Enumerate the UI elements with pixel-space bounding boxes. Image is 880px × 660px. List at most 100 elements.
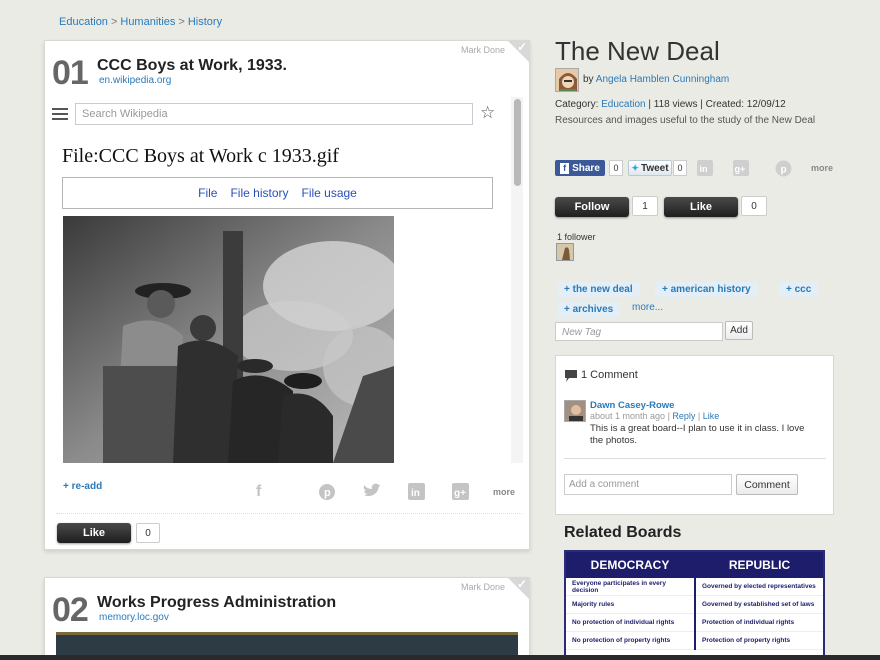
add-comment-input[interactable]: Add a comment	[564, 474, 732, 495]
tweet-label: Tweet	[640, 162, 669, 174]
svg-text:g+: g+	[735, 164, 746, 174]
related-left-head: DEMOCRACY	[566, 552, 694, 578]
svg-text:g+: g+	[454, 488, 466, 499]
item-number: 02	[52, 591, 89, 629]
tags-more-link[interactable]: more...	[632, 302, 663, 313]
svg-text:p: p	[781, 165, 787, 176]
divider	[56, 513, 522, 514]
google-plus-icon[interactable]: g+	[452, 483, 469, 505]
new-tag-input[interactable]: New Tag	[555, 322, 723, 341]
board-description: Resources and images useful to the study…	[555, 115, 816, 126]
follow-count: 1	[632, 196, 658, 216]
board-title: The New Deal	[555, 36, 720, 66]
scrollbar-thumb[interactable]	[514, 99, 521, 186]
item-number: 01	[52, 54, 89, 92]
checkmark-icon: ✓	[517, 577, 528, 591]
add-tag-button[interactable]: Add	[725, 321, 753, 340]
twitter-icon: ✦	[631, 162, 639, 173]
tab-file-history[interactable]: File history	[230, 186, 288, 200]
comments-header: 1 Comment	[581, 369, 638, 381]
mark-done-button[interactable]: Mark Done	[461, 582, 505, 592]
checkmark-icon: ✓	[517, 40, 528, 54]
board-meta: Category: Education | 118 views | Create…	[555, 99, 786, 110]
like-count: 0	[136, 523, 160, 543]
related-left-row: Everyone participates in every decision	[566, 578, 694, 596]
breadcrumb-history[interactable]: History	[188, 16, 222, 28]
svg-text:p: p	[324, 487, 331, 499]
tweet-button[interactable]: ✦ Tweet	[628, 160, 672, 176]
star-icon[interactable]: ☆	[480, 103, 495, 123]
related-left-row: No protection of individual rights	[566, 614, 694, 632]
category-link[interactable]: Education	[601, 99, 645, 110]
byline: by Angela Hamblen Cunningham	[583, 74, 729, 85]
speech-bubble-icon	[564, 369, 578, 388]
wiki-page-heading: File:CCC Boys at Work c 1933.gif	[62, 145, 339, 167]
follower-avatar[interactable]	[556, 243, 574, 261]
views-created: | 118 views | Created: 12/09/12	[648, 99, 786, 110]
author-avatar[interactable]	[555, 68, 579, 92]
hamburger-menu-icon[interactable]	[52, 108, 68, 120]
more-share-link[interactable]: more	[493, 487, 515, 497]
twitter-icon[interactable]	[362, 483, 382, 504]
like-button[interactable]: Like	[57, 523, 131, 543]
followers-count: 1 follower	[557, 232, 596, 242]
related-right-head: REPUBLIC	[696, 552, 823, 578]
item-source-link[interactable]: en.wikipedia.org	[99, 75, 171, 86]
pinterest-icon[interactable]: p	[775, 160, 792, 182]
item-title[interactable]: CCC Boys at Work, 1933.	[97, 57, 287, 75]
related-right-row: Protection of individual rights	[696, 614, 823, 632]
commenter-avatar[interactable]	[564, 400, 586, 422]
related-right-row: Governed by elected representatives	[696, 578, 823, 596]
item-source-link[interactable]: memory.loc.gov	[99, 612, 169, 623]
svg-text:in: in	[411, 488, 420, 499]
comment-meta: about 1 month ago | Reply | Like	[590, 411, 720, 421]
tag-ccc[interactable]: + ccc	[779, 282, 819, 297]
tweet-count: 0	[673, 160, 687, 176]
related-board-thumbnail[interactable]: DEMOCRACY Everyone participates in every…	[564, 550, 825, 660]
readd-button[interactable]: + re-add	[63, 481, 102, 492]
ccc-photo	[63, 216, 394, 463]
related-boards-heading: Related Boards	[564, 524, 682, 541]
related-right-row: Protection of property rights	[696, 632, 823, 650]
item-title[interactable]: Works Progress Administration	[97, 594, 336, 612]
related-left-row: Majority rules	[566, 596, 694, 614]
like-board-button[interactable]: Like	[664, 197, 738, 217]
breadcrumb-separator: >	[110, 16, 118, 28]
breadcrumb: Education > Humanities > History	[59, 16, 222, 28]
tag-the-new-deal[interactable]: + the new deal	[557, 282, 640, 297]
linkedin-icon[interactable]: in	[408, 483, 425, 505]
comment-reply-link[interactable]: Reply	[672, 411, 695, 421]
comment-submit-button[interactable]: Comment	[736, 474, 798, 495]
window-bottom-edge	[0, 655, 880, 660]
commenter-name[interactable]: Dawn Casey-Rowe	[590, 400, 674, 411]
by-prefix: by	[583, 74, 594, 85]
divider	[564, 458, 826, 459]
wiki-search-input[interactable]: Search Wikipedia	[75, 103, 473, 125]
svg-text:in: in	[700, 164, 708, 174]
related-right-row: Governed by established set of laws	[696, 596, 823, 614]
tag-american-history[interactable]: + american history	[655, 282, 758, 297]
tag-archives[interactable]: + archives	[557, 302, 621, 317]
like-board-count: 0	[741, 196, 767, 216]
tab-file-usage[interactable]: File usage	[301, 186, 356, 200]
linkedin-icon[interactable]: in	[697, 160, 713, 181]
comment-text: This is a great board--I plan to use it …	[590, 423, 805, 446]
facebook-share-button[interactable]: f Share	[555, 160, 605, 176]
facebook-icon[interactable]: f	[256, 483, 261, 501]
mark-done-button[interactable]: Mark Done	[461, 45, 505, 55]
comment-like-link[interactable]: Like	[703, 411, 720, 421]
facebook-share-label: Share	[572, 162, 600, 174]
facebook-icon: f	[560, 162, 570, 174]
breadcrumb-humanities[interactable]: Humanities	[120, 16, 175, 28]
author-link[interactable]: Angela Hamblen Cunningham	[596, 74, 729, 85]
pinterest-icon[interactable]: p	[318, 483, 336, 506]
more-share-link[interactable]: more	[811, 163, 833, 173]
comment-time: about 1 month ago	[590, 411, 666, 421]
related-left-row: No protection of property rights	[566, 632, 694, 650]
google-plus-icon[interactable]: g+	[733, 160, 749, 181]
facebook-share-count: 0	[609, 160, 623, 176]
breadcrumb-separator: >	[178, 16, 185, 28]
tab-file[interactable]: File	[198, 186, 217, 200]
follow-button[interactable]: Follow	[555, 197, 629, 217]
breadcrumb-education[interactable]: Education	[59, 16, 108, 28]
